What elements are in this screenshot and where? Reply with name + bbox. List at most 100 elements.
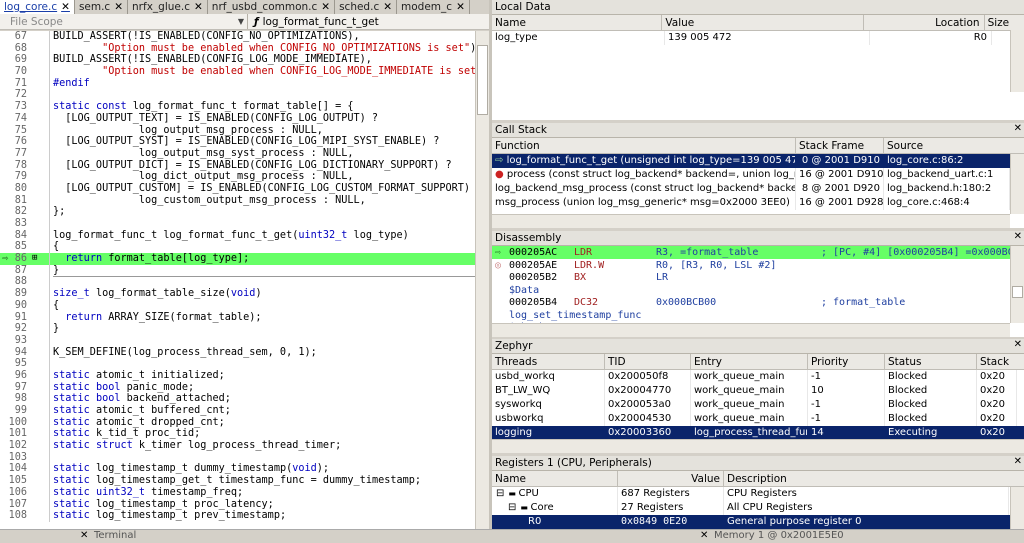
register-row[interactable]: ⊟ ▬ Core 27 Registers All CPU Registers	[492, 501, 1024, 515]
terminal-tab[interactable]: Terminal	[94, 530, 136, 541]
gutter[interactable]	[30, 42, 50, 55]
close-icon[interactable]: ✕	[114, 1, 123, 13]
gutter[interactable]	[30, 498, 50, 511]
close-icon[interactable]: ✕	[383, 1, 392, 13]
call-stack-row[interactable]: log_backend_msg_process (const struct lo…	[492, 182, 1024, 196]
code-line[interactable]: 73 static const log_format_func_t format_…	[0, 101, 489, 113]
code-line[interactable]: 99 static atomic_t buffered_cnt;	[0, 405, 489, 417]
code-line[interactable]: 100 static atomic_t dropped_cnt;	[0, 416, 489, 429]
code-line[interactable]: 102 static struct k_timer log_process_thr…	[0, 440, 489, 452]
column-header-value[interactable]: Value	[662, 15, 865, 30]
disassembly-line[interactable]: $Data	[492, 284, 1024, 297]
code-line[interactable]: 88	[0, 276, 489, 289]
gutter[interactable]	[30, 264, 50, 277]
gutter[interactable]	[30, 112, 50, 125]
code-line[interactable]: 80 [LOG_OUTPUT_CUSTOM] = IS_ENABLED(CONF…	[0, 182, 489, 195]
code-line[interactable]: 103	[0, 451, 489, 464]
gutter[interactable]	[30, 276, 50, 289]
gutter[interactable]	[30, 428, 50, 441]
disassembly-line[interactable]: 000205B4 DC32 0x000BCB00 ; format_table	[492, 296, 1024, 309]
gutter[interactable]	[30, 346, 50, 359]
disassembly-line[interactable]: ◎ 000205AE LDR.W R0, [R3, R0, LSL #2]	[492, 259, 1024, 272]
gutter[interactable]	[30, 416, 50, 429]
gutter[interactable]	[30, 323, 50, 335]
call-stack-row[interactable]: ⇨ log_format_func_t_get (unsigned int lo…	[492, 154, 1024, 168]
code-line[interactable]: 82};	[0, 206, 489, 218]
gutter[interactable]	[30, 136, 50, 148]
gutter[interactable]	[30, 393, 50, 405]
column-header-priority[interactable]: Priority	[808, 354, 885, 369]
collapse-icon[interactable]: ⊟	[496, 488, 504, 499]
call-stack-row[interactable]: ● process (const struct log_backend* bac…	[492, 168, 1024, 182]
gutter[interactable]	[30, 206, 50, 218]
thread-row[interactable]: sysworkq 0x200053a0 work_queue_main -1 Block…	[492, 398, 1024, 412]
code-line[interactable]: 105 static log_timestamp_get_t timestamp_…	[0, 475, 489, 487]
gutter[interactable]	[30, 440, 50, 452]
close-icon[interactable]: ✕	[456, 1, 465, 13]
code-line[interactable]: 67 BUILD_ASSERT(!IS_ENABLED(CONFIG_NO_OPT…	[0, 31, 489, 43]
function-scope-dropdown[interactable]: ƒ log_format_func_t_get	[248, 14, 379, 29]
code-line[interactable]: 94 K_SEM_DEFINE(log_process_thread_sem, 0…	[0, 346, 489, 359]
column-header-threads[interactable]: Threads	[492, 354, 605, 369]
code-line[interactable]: 89 size_t log_format_table_size(void)	[0, 288, 489, 300]
disassembly-line[interactable]: log_set_timestamp_func	[492, 309, 1024, 322]
table-row[interactable]: log_type 139 005 472 R0	[492, 31, 1024, 45]
expand-icon[interactable]: ⊞	[32, 253, 37, 265]
code-editor[interactable]: 67 BUILD_ASSERT(!IS_ENABLED(CONFIG_NO_OPT…	[0, 31, 489, 529]
gutter[interactable]	[30, 358, 50, 370]
call-stack-row[interactable]: msg_process (union log_msg_generic* msg=…	[492, 196, 1024, 210]
gutter[interactable]	[30, 194, 50, 207]
column-header-name[interactable]: Name	[492, 15, 663, 30]
gutter[interactable]	[492, 296, 506, 309]
gutter[interactable]	[30, 124, 50, 137]
gutter[interactable]	[30, 54, 50, 67]
gutter[interactable]	[30, 101, 50, 113]
code-line[interactable]: 74 [LOG_OUTPUT_TEXT] = IS_ENABLED(CONFIG…	[0, 112, 489, 125]
thread-row[interactable]: BT_LW_WQ 0x20004770 work_queue_main 10 Block…	[492, 384, 1024, 398]
gutter[interactable]	[30, 31, 50, 43]
gutter[interactable]	[30, 486, 50, 499]
gutter[interactable]	[30, 369, 50, 382]
column-header-description[interactable]: Description	[724, 471, 1009, 486]
memory-tab[interactable]: Memory 1 @ 0x2001E5E0	[714, 530, 844, 541]
gutter[interactable]	[30, 241, 50, 254]
column-header-value[interactable]: Value	[618, 471, 724, 486]
column-header-name[interactable]: Name	[492, 471, 618, 486]
call-stack-scrollbar[interactable]	[1010, 154, 1024, 214]
code-line[interactable]: 79 log_dict_output_msg_process : NULL,	[0, 171, 489, 183]
column-header-stack-frame[interactable]: Stack Frame	[796, 138, 884, 153]
code-line[interactable]: 98 static bool backend_attached;	[0, 393, 489, 405]
disassembly-scrollbar[interactable]	[1010, 246, 1024, 323]
gutter[interactable]	[30, 463, 50, 476]
close-icon[interactable]: ✕	[1014, 123, 1022, 134]
code-line[interactable]: 86 ⇨ ⊞ return format_table[log_type];	[0, 253, 489, 265]
editor-tab[interactable]: sched.c ✕	[335, 0, 398, 14]
gutter[interactable]	[492, 284, 506, 297]
gutter[interactable]	[30, 182, 50, 195]
gutter[interactable]	[30, 334, 50, 347]
code-line[interactable]: 97 static bool panic_mode;	[0, 381, 489, 394]
code-line[interactable]: 107 static log_timestamp_t proc_latency;	[0, 498, 489, 511]
close-icon[interactable]: ✕	[1014, 456, 1022, 467]
column-header-stack[interactable]: Stack	[977, 354, 1017, 369]
disassembly-hscrollbar[interactable]	[492, 323, 1010, 337]
code-line[interactable]: 72	[0, 89, 489, 102]
close-icon[interactable]: ✕	[61, 1, 70, 13]
code-line[interactable]: 76 [LOG_OUTPUT_SYST] = IS_ENABLED(CONFIG…	[0, 136, 489, 148]
registers-scrollbar[interactable]	[1010, 487, 1024, 529]
code-line[interactable]: 87}	[0, 264, 489, 277]
code-line[interactable]: 71 #endif	[0, 77, 489, 90]
close-icon[interactable]: ✕	[194, 1, 203, 13]
scrollbar-thumb[interactable]	[477, 45, 488, 115]
editor-tab[interactable]: sem.c ✕	[75, 0, 129, 14]
code-line[interactable]: 108 static log_timestamp_t prev_timestamp…	[0, 510, 489, 522]
column-header-tid[interactable]: TID	[605, 354, 691, 369]
gutter[interactable]	[30, 77, 50, 90]
code-line[interactable]: 68 "Option must be enabled when CONFIG_N…	[0, 42, 489, 55]
column-header-size[interactable]: Size	[985, 15, 1024, 30]
code-line[interactable]: 78 [LOG_OUTPUT_DICT] = IS_ENABLED(CONFIG…	[0, 159, 489, 172]
code-line[interactable]: 77 log_output_msg_syst_process : NULL,	[0, 147, 489, 160]
code-line[interactable]: 84 log_format_func_t log_format_func_t_ge…	[0, 229, 489, 242]
gutter[interactable]	[30, 381, 50, 394]
file-scope-dropdown[interactable]: File Scope ▼	[0, 14, 248, 29]
